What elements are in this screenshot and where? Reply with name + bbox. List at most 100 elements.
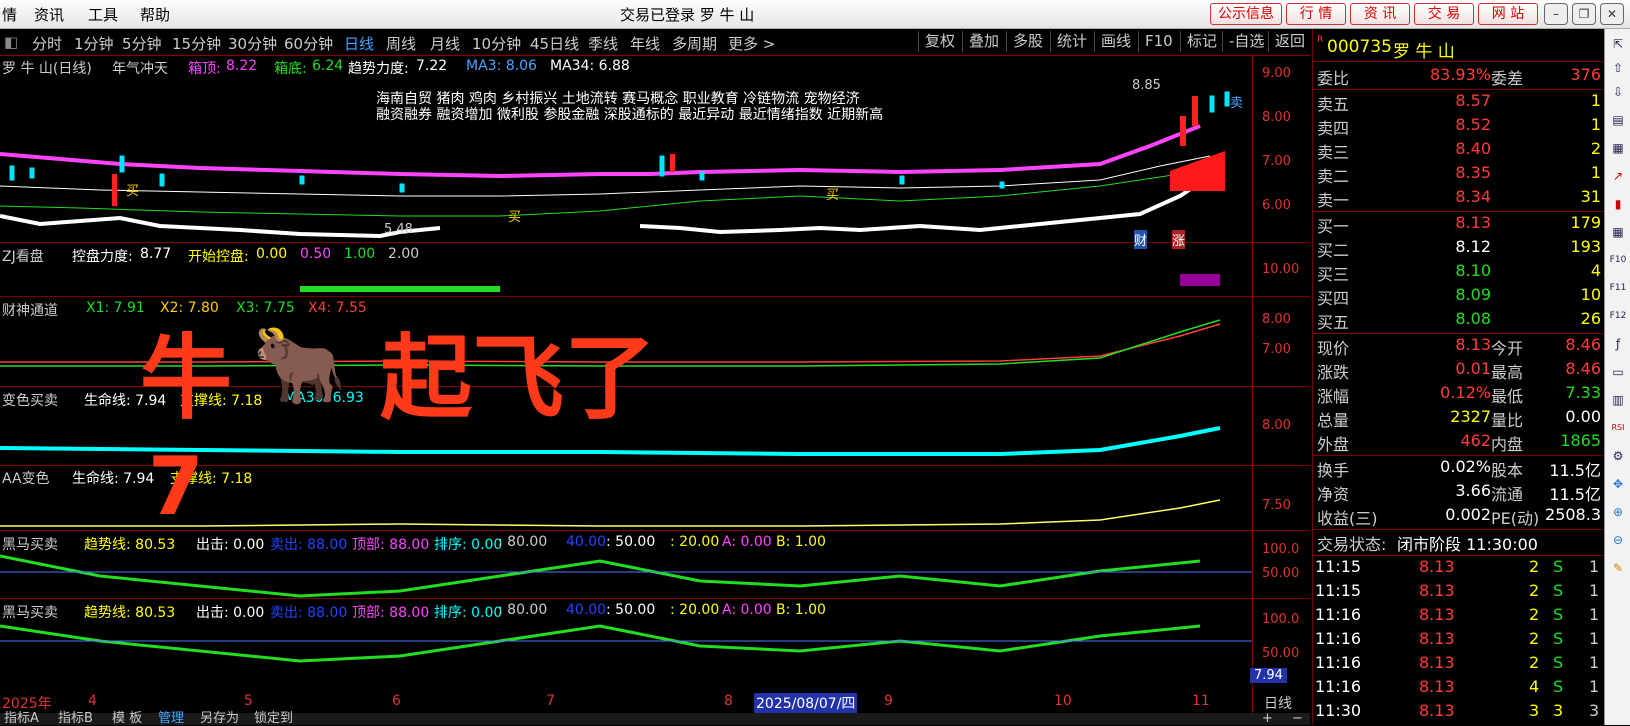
bid-row[interactable]: 买二 8.12 193 xyxy=(1313,237,1603,261)
layout-icon[interactable]: ▤ xyxy=(1609,111,1627,129)
ask-row[interactable]: 卖一 8.34 31 xyxy=(1313,187,1603,211)
doc-icon[interactable]: ▭ xyxy=(1609,363,1627,381)
fq-button[interactable]: 复权 xyxy=(918,31,961,52)
pin-icon[interactable]: ⇱ xyxy=(1609,35,1627,53)
stat-value: 11.5亿 xyxy=(1549,461,1601,480)
period-tab[interactable]: 30分钟 xyxy=(228,33,277,54)
bianse-panel-name[interactable]: 变色买卖 xyxy=(2,390,58,410)
period-tab[interactable]: 季线 xyxy=(588,33,618,54)
heima-panel-name[interactable]: 黑马买卖 xyxy=(2,534,58,554)
period-tab[interactable]: 多周期 xyxy=(672,33,717,54)
draw-line-button[interactable]: 画线 xyxy=(1094,31,1137,52)
period-tab[interactable]: 分时 xyxy=(32,33,62,54)
arrow-down-icon[interactable]: ⇩ xyxy=(1609,83,1627,101)
time-axis-year: 2025年 xyxy=(2,696,52,712)
bid-row[interactable]: 买五 8.08 26 xyxy=(1313,309,1603,333)
heima-panel-name[interactable]: 黑马买卖 xyxy=(2,602,58,622)
period-tab[interactable]: 月线 xyxy=(430,33,460,54)
f11-icon[interactable]: F11 xyxy=(1609,279,1627,297)
tab-indicator-b[interactable]: 指标B xyxy=(58,712,93,725)
pen-icon[interactable]: ✎ xyxy=(1609,559,1627,577)
period-tab[interactable]: 10分钟 xyxy=(472,33,521,54)
trade-button[interactable]: 交 易 xyxy=(1414,3,1474,25)
ask-row[interactable]: 卖二 8.35 1 xyxy=(1313,163,1603,187)
period-tab[interactable]: 60分钟 xyxy=(284,33,333,54)
bid-row[interactable]: 买三 8.10 4 xyxy=(1313,261,1603,285)
stat-label: 收益(三) xyxy=(1317,509,1378,528)
caishen-x1-label: X1: 7.91 xyxy=(86,300,145,316)
tab-lock-to[interactable]: 锁定到 xyxy=(254,712,293,725)
news-button[interactable]: 资 讯 xyxy=(1350,3,1410,25)
arrow-up-icon[interactable]: ⇧ xyxy=(1609,59,1627,77)
tool-sidebar: ⇱ ⇧ ⇩ ▤ ▦ ↗ ▮ ▦ F10 F11 F12 ƒ ▭ ▥ RSI ⚙ … xyxy=(1604,29,1630,725)
move-icon[interactable]: ✥ xyxy=(1609,475,1627,493)
panel-toggle-icon[interactable]: ◧ xyxy=(4,33,18,51)
ask-row[interactable]: 卖三 8.40 2 xyxy=(1313,139,1603,163)
zoom-in-button[interactable]: + xyxy=(1262,712,1273,725)
box-top-value: 8.22 xyxy=(226,58,258,74)
period-tab[interactable]: 15分钟 xyxy=(172,33,221,54)
ask-row[interactable]: 卖四 8.52 1 xyxy=(1313,115,1603,139)
tab-indicator-a[interactable]: 指标A xyxy=(4,712,39,725)
period-tab[interactable]: 年线 xyxy=(630,33,660,54)
high-price-label: 8.85 xyxy=(1132,78,1161,93)
period-tab[interactable]: 45日线 xyxy=(530,33,579,54)
period-tab[interactable]: 1分钟 xyxy=(74,33,114,54)
minimize-icon[interactable]: – xyxy=(1544,3,1568,25)
bid-row[interactable]: 买四 8.09 10 xyxy=(1313,285,1603,309)
f10-icon[interactable]: F10 xyxy=(1609,251,1627,269)
weibi-label: 委比 xyxy=(1317,69,1350,88)
tick-row: 11:16 8.13 2 S 1 xyxy=(1313,653,1603,677)
close-icon[interactable]: ✕ xyxy=(1600,3,1624,25)
menu-item-market[interactable]: 情 xyxy=(2,4,17,25)
table-icon[interactable]: ▦ xyxy=(1609,139,1627,157)
period-tab[interactable]: 周线 xyxy=(386,33,416,54)
candle-icon[interactable]: ▮ xyxy=(1609,195,1627,213)
tab-save-as[interactable]: 另存为 xyxy=(200,712,239,725)
f10-button[interactable]: F10 xyxy=(1138,31,1179,52)
zoom-in-icon[interactable]: ⊕ xyxy=(1609,503,1627,521)
function-icon[interactable]: ƒ xyxy=(1609,335,1627,353)
y-tick: 50.00 xyxy=(1262,566,1300,581)
overlay-button[interactable]: 叠加 xyxy=(962,31,1005,52)
watchlist-button[interactable]: -自选 xyxy=(1222,31,1270,52)
caishen-panel-name[interactable]: 财神通道 xyxy=(2,300,58,320)
stats-button[interactable]: 统计 xyxy=(1050,31,1093,52)
chart-up-icon[interactable]: ↗ xyxy=(1609,167,1627,185)
f12-icon[interactable]: F12 xyxy=(1609,307,1627,325)
zj-v3: 1.00 xyxy=(344,246,376,262)
announce-button[interactable]: 公示信息 xyxy=(1210,3,1282,25)
indicator-name[interactable]: 年气冲天 xyxy=(112,58,168,78)
zj-panel-name[interactable]: ZJ看盘 xyxy=(2,246,44,266)
menu-item-news[interactable]: 资讯 xyxy=(34,4,64,25)
period-tab[interactable]: 5分钟 xyxy=(122,33,162,54)
quote-button[interactable]: 行 情 xyxy=(1286,3,1346,25)
bid-row[interactable]: 买一 8.13 179 xyxy=(1313,213,1603,237)
ask-label: 卖四 xyxy=(1317,119,1350,138)
heima-v40: 40.00 xyxy=(566,534,607,550)
panel-divider xyxy=(0,242,1310,243)
rsi-icon[interactable]: RSI xyxy=(1609,419,1627,437)
back-button[interactable]: 返回 xyxy=(1268,31,1311,52)
weibi-value: 83.93% xyxy=(1429,65,1491,84)
menu-item-tools[interactable]: 工具 xyxy=(88,4,118,25)
menu-item-help[interactable]: 帮助 xyxy=(140,4,170,25)
ask-row[interactable]: 卖五 8.57 1 xyxy=(1313,91,1603,115)
bar-icon[interactable]: ▥ xyxy=(1609,391,1627,409)
stat-value: 8.46 xyxy=(1565,359,1601,378)
multi-stock-button[interactable]: 多股 xyxy=(1006,31,1049,52)
tab-manage[interactable]: 管理 xyxy=(158,712,184,725)
grid-icon[interactable]: ▦ xyxy=(1609,223,1627,241)
period-tab-active[interactable]: 日线 xyxy=(344,33,374,54)
gear-icon[interactable]: ⚙ xyxy=(1609,447,1627,465)
stat-label: 今开 xyxy=(1491,339,1524,358)
zoom-out-icon[interactable]: ⊖ xyxy=(1609,531,1627,549)
website-button[interactable]: 网 站 xyxy=(1478,3,1538,25)
tick-price: 8.13 xyxy=(1419,629,1455,648)
restore-icon[interactable]: ❐ xyxy=(1572,3,1596,25)
mark-button[interactable]: 标记 xyxy=(1180,31,1223,52)
aa-panel-name[interactable]: AA变色 xyxy=(2,468,50,488)
more-periods-button[interactable]: 更多 > xyxy=(728,33,775,54)
zoom-out-button[interactable]: − xyxy=(1292,712,1303,725)
tab-template[interactable]: 模 板 xyxy=(112,712,142,725)
